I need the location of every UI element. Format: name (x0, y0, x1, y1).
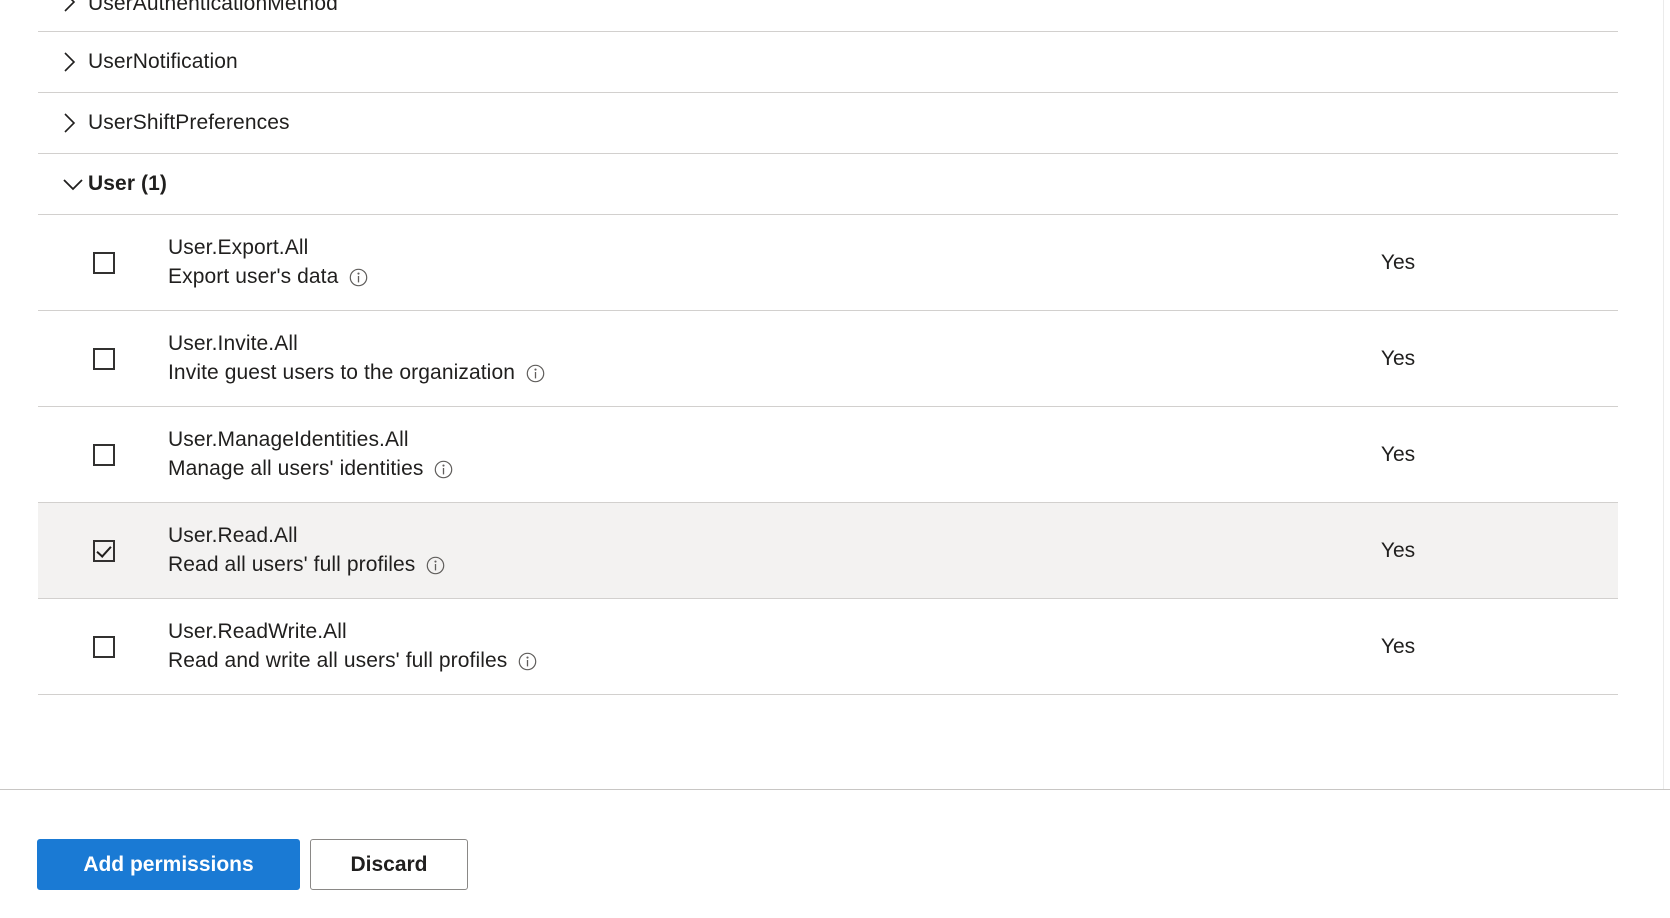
permissions-panel: UserAuthenticationMethod UserNotificatio… (0, 0, 1670, 918)
permission-text: User.ReadWrite.All Read and write all us… (130, 618, 1178, 676)
permission-text: User.Export.All Export user's data (130, 234, 1178, 292)
permission-row-user-invite-all[interactable]: User.Invite.All Invite guest users to th… (38, 311, 1618, 407)
info-circle-icon[interactable] (526, 364, 545, 383)
permission-text: User.ManageIdentities.All Manage all use… (130, 426, 1178, 484)
permission-row-user-read-all[interactable]: User.Read.All Read all users' full profi… (38, 503, 1618, 599)
permission-checkbox[interactable] (93, 539, 115, 562)
permission-description-row: Read and write all users' full profiles (168, 646, 1178, 676)
permission-checkbox-cell[interactable] (38, 635, 130, 658)
admin-consent-value: Yes (1380, 250, 1416, 274)
permission-description: Invite guest users to the organization (168, 360, 516, 384)
permission-description: Export user's data (168, 264, 339, 288)
permission-row-user-manageidentities-all[interactable]: User.ManageIdentities.All Manage all use… (38, 407, 1618, 503)
permission-name: User.Invite.All (168, 331, 298, 355)
permission-checkbox[interactable] (93, 443, 115, 466)
permissions-tree: UserAuthenticationMethod UserNotificatio… (0, 0, 1618, 695)
permission-group-label: User (1) (88, 172, 167, 195)
permission-name: User.ManageIdentities.All (168, 427, 409, 451)
permission-group-user[interactable]: User (1) (38, 154, 1618, 215)
permission-group-userauthenticationmethod[interactable]: UserAuthenticationMethod (38, 0, 1618, 32)
permission-name: User.Export.All (168, 235, 309, 259)
admin-consent-value: Yes (1380, 634, 1416, 658)
panel-footer: Add permissions Discard (0, 790, 1670, 918)
permission-description-row: Export user's data (168, 262, 1178, 292)
permission-description: Read and write all users' full profiles (168, 648, 508, 672)
permission-description: Read all users' full profiles (168, 552, 416, 576)
chevron-right-icon (62, 0, 88, 13)
permission-checkbox[interactable] (93, 347, 115, 370)
permission-checkbox-cell[interactable] (38, 443, 130, 466)
permission-checkbox[interactable] (93, 251, 115, 274)
permission-name: User.ReadWrite.All (168, 619, 347, 643)
permission-checkbox-cell[interactable] (38, 539, 130, 562)
footer-button-row: Add permissions Discard (37, 839, 468, 890)
permission-description: Manage all users' identities (168, 456, 424, 480)
permission-description-row: Read all users' full profiles (168, 550, 1178, 580)
discard-button[interactable]: Discard (310, 839, 468, 890)
admin-consent-value: Yes (1380, 346, 1416, 370)
permission-group-usershiftpreferences[interactable]: UserShiftPreferences (38, 93, 1618, 154)
permission-checkbox-cell[interactable] (38, 347, 130, 370)
info-circle-icon[interactable] (426, 556, 445, 575)
permission-group-usernotification[interactable]: UserNotification (38, 32, 1618, 93)
chevron-down-icon (62, 176, 88, 192)
info-circle-icon[interactable] (434, 460, 453, 479)
admin-consent-value: Yes (1380, 442, 1416, 466)
chevron-right-icon (62, 112, 88, 134)
permission-group-label: UserNotification (88, 50, 238, 73)
info-circle-icon[interactable] (349, 268, 368, 287)
permission-checkbox-cell[interactable] (38, 251, 130, 274)
info-circle-icon[interactable] (518, 652, 537, 671)
add-permissions-button[interactable]: Add permissions (37, 839, 300, 890)
chevron-right-icon (62, 51, 88, 73)
permission-text: User.Read.All Read all users' full profi… (130, 522, 1178, 580)
permission-description-row: Invite guest users to the organization (168, 358, 1178, 388)
permission-row-user-readwrite-all[interactable]: User.ReadWrite.All Read and write all us… (38, 599, 1618, 695)
permission-group-label: UserShiftPreferences (88, 111, 290, 134)
permission-checkbox[interactable] (93, 635, 115, 658)
permission-description-row: Manage all users' identities (168, 454, 1178, 484)
panel-right-rule (1663, 0, 1664, 790)
permission-row-user-export-all[interactable]: User.Export.All Export user's data Yes (38, 215, 1618, 311)
permission-text: User.Invite.All Invite guest users to th… (130, 330, 1178, 388)
permission-name: User.Read.All (168, 523, 298, 547)
permission-group-label: UserAuthenticationMethod (88, 0, 338, 15)
admin-consent-value: Yes (1380, 538, 1416, 562)
